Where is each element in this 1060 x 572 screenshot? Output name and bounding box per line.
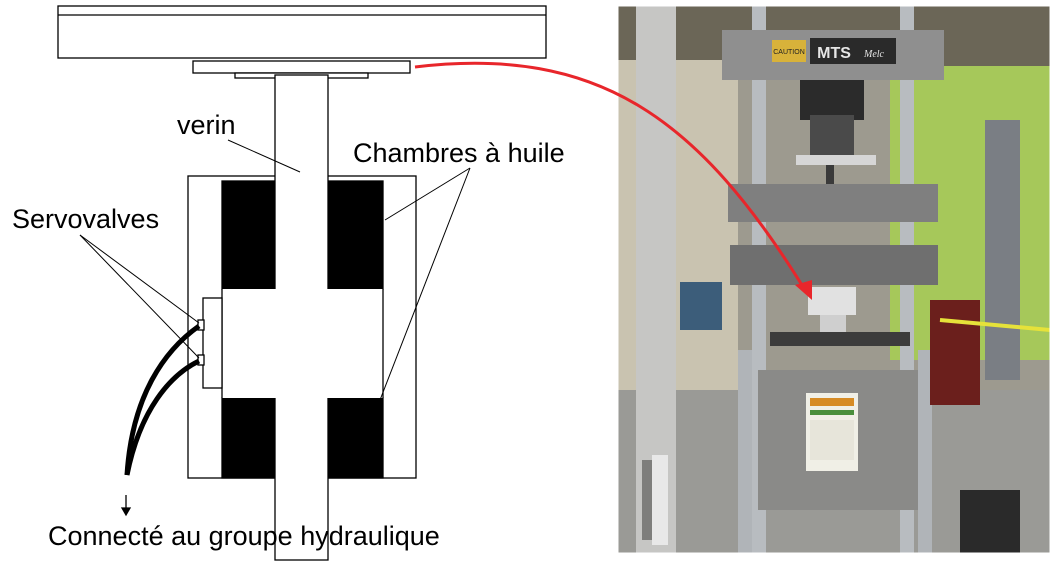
label-verin: verin [177,110,236,140]
upper-platen [796,155,876,165]
down-arrow-head [120,507,132,517]
lower-column-left [738,350,752,553]
piston-head [222,289,383,398]
leader-servovalves-2 [79,234,200,359]
mts-logo: MTS [817,45,851,62]
oil-chamber-bottom-right [327,397,384,479]
label-servovalves: Servovalves [12,204,159,234]
label-chambres-a-huile: Chambres à huile [353,138,565,168]
red-bin [930,300,980,405]
top-crossbeam [57,5,547,59]
lower-plate [730,245,938,285]
oil-chamber-top-right [327,180,384,290]
oil-chamber-bottom-left [221,397,276,479]
power-strip [652,455,668,545]
label-connecte-groupe-hydraulique: Connecté au groupe hydraulique [48,521,440,551]
load-cell-fins [810,115,854,155]
servovalve-block [202,297,223,389]
caution-text: CAUTION [773,49,805,56]
leader-servovalves-1 [79,234,200,324]
hydraulic-schematic [57,5,547,561]
oil-chamber-top-left [221,180,276,290]
black-tower [960,490,1020,553]
specimen-fixture [808,287,856,315]
lower-platen [770,332,910,346]
load-cell [800,80,864,120]
load-cell-plate [192,60,411,74]
blue-equipment [680,282,722,330]
mts-sub: Melc [863,49,885,60]
doorframe [985,120,1020,380]
machine-photo: CAUTION MTS Melc [617,5,1051,554]
middle-plate [728,184,938,222]
lower-column-right [918,350,932,553]
figure: verin Chambres à huile Servovalves Conne… [12,5,1051,561]
